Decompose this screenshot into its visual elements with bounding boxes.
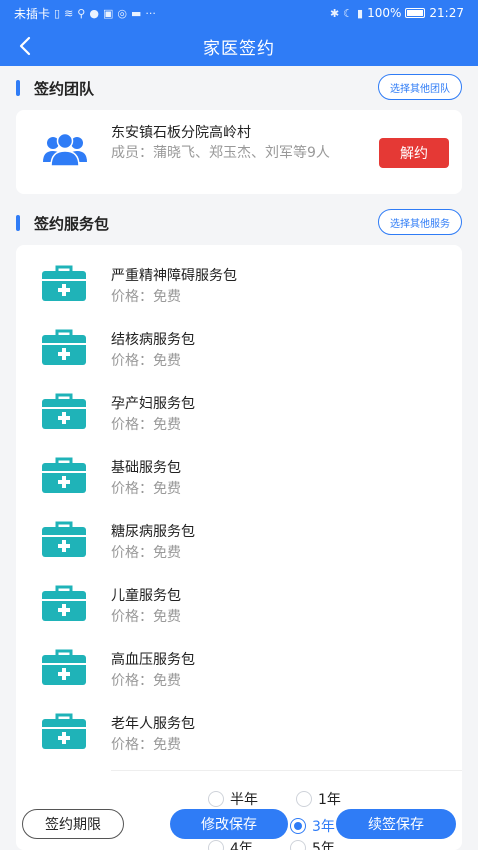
package-price: 价格：免费 [111,609,181,625]
team-people-icon [43,132,87,167]
period-option-4-year[interactable]: 4年 [208,838,253,850]
package-item[interactable]: 儿童服务包 价格：免费 [16,569,462,633]
wifi-icon: ≋ [64,6,74,20]
team-card: 东安镇石板分院高岭村 成员：蒲晓飞、郑玉杰、刘军等9人 解约 [16,110,462,194]
status-right: ✱ ☾ ▮ 100% 21:27 [330,6,464,20]
notification-icon: ◎ [117,6,127,20]
period-option-label: 4年 [230,841,253,850]
period-option-5-year[interactable]: 5年 [290,838,335,850]
medical-kit-icon [42,521,86,557]
medical-kit-icon [42,329,86,365]
period-option-label: 1年 [318,792,341,808]
package-name: 高血压服务包 [111,652,195,668]
package-section-title: 签约服务包 [34,215,110,233]
package-price: 价格：免费 [111,737,181,753]
section-marker [16,215,20,231]
clock: 21:27 [429,6,464,20]
medical-kit-icon [42,457,86,493]
package-name: 老年人服务包 [111,716,195,732]
package-price: 价格：免费 [111,481,181,497]
period-option-label: 半年 [230,792,258,808]
divider [111,770,462,771]
package-name: 基础服务包 [111,460,181,476]
team-members: 成员：蒲晓飞、郑玉杰、刘军等9人 [111,145,330,161]
package-item[interactable]: 孕产妇服务包 价格：免费 [16,377,462,441]
sim-icon: ▯ [54,6,61,20]
package-price: 价格：免费 [111,289,181,305]
radio-icon [208,791,224,807]
package-section-header: 签约服务包 选择其他服务 [0,209,478,237]
package-item[interactable]: 基础服务包 价格：免费 [16,441,462,505]
package-item[interactable]: 严重精神障碍服务包 价格：免费 [16,249,462,313]
status-bar: 未插卡 ▯ ≋ ⚲ ● ▣ ◎ ▬ ··· ✱ ☾ ▮ 100% 21:27 [0,0,478,26]
package-list-card: 严重精神障碍服务包 价格：免费 结核病服务包 价格：免费 孕产妇服务包 价格：免… [16,245,462,850]
sign-period-label: 签约期限 [22,809,124,839]
team-section-title: 签约团队 [34,80,95,98]
bluetooth-icon: ✱ [329,6,340,20]
period-option-half-year[interactable]: 半年 [208,789,258,809]
battery-percent: 100% [367,6,402,20]
app-notification-icon: ● [89,6,99,20]
package-name: 孕产妇服务包 [111,396,195,412]
more-icon: ··· [145,6,156,20]
battery-icon [405,8,426,18]
period-option-label: 5年 [312,841,335,850]
medical-kit-icon [42,713,86,749]
period-option-3-year[interactable]: 3年 [290,816,335,836]
package-name: 结核病服务包 [111,332,195,348]
renew-save-button[interactable]: 续签保存 [336,809,456,839]
package-item[interactable]: 结核病服务包 价格：免费 [16,313,462,377]
period-option-label: 3年 [312,819,335,835]
message-icon: ▣ [102,6,114,20]
terminate-contract-button[interactable]: 解约 [379,138,449,168]
package-name: 严重精神障碍服务包 [111,268,237,284]
package-name: 儿童服务包 [111,588,181,604]
choose-other-service-button[interactable]: 选择其他服务 [378,209,462,235]
page-title: 家医签约 [203,39,275,59]
choose-other-team-button[interactable]: 选择其他团队 [378,74,462,100]
vibrate-icon: ▮ [357,6,364,20]
usb-icon: ⚲ [77,6,86,20]
carrier-text: 未插卡 [14,6,51,21]
modify-save-button[interactable]: 修改保存 [170,809,288,839]
medical-kit-icon [42,393,86,429]
package-price: 价格：免费 [111,353,181,369]
radio-icon [208,840,224,850]
package-item[interactable]: 高血压服务包 价格：免费 [16,633,462,697]
package-price: 价格：免费 [111,673,181,689]
medical-kit-icon [42,649,86,685]
status-left: 未插卡 ▯ ≋ ⚲ ● ▣ ◎ ▬ ··· [14,5,156,22]
radio-icon [290,840,306,850]
section-marker [16,80,20,96]
package-item[interactable]: 老年人服务包 价格：免费 [16,697,462,761]
medical-kit-icon [42,585,86,621]
mail-icon: ▬ [130,6,142,20]
radio-checked-icon [290,818,306,834]
period-option-1-year[interactable]: 1年 [296,789,341,809]
nav-bar: 家医签约 [0,26,478,66]
package-price: 价格：免费 [111,545,181,561]
package-item[interactable]: 糖尿病服务包 价格：免费 [16,505,462,569]
radio-icon [296,791,312,807]
package-name: 糖尿病服务包 [111,524,195,540]
team-name: 东安镇石板分院高岭村 [111,125,251,141]
moon-icon: ☾ [343,6,354,20]
package-price: 价格：免费 [111,417,181,433]
medical-kit-icon [42,265,86,301]
team-section-header: 签约团队 选择其他团队 [0,74,478,102]
